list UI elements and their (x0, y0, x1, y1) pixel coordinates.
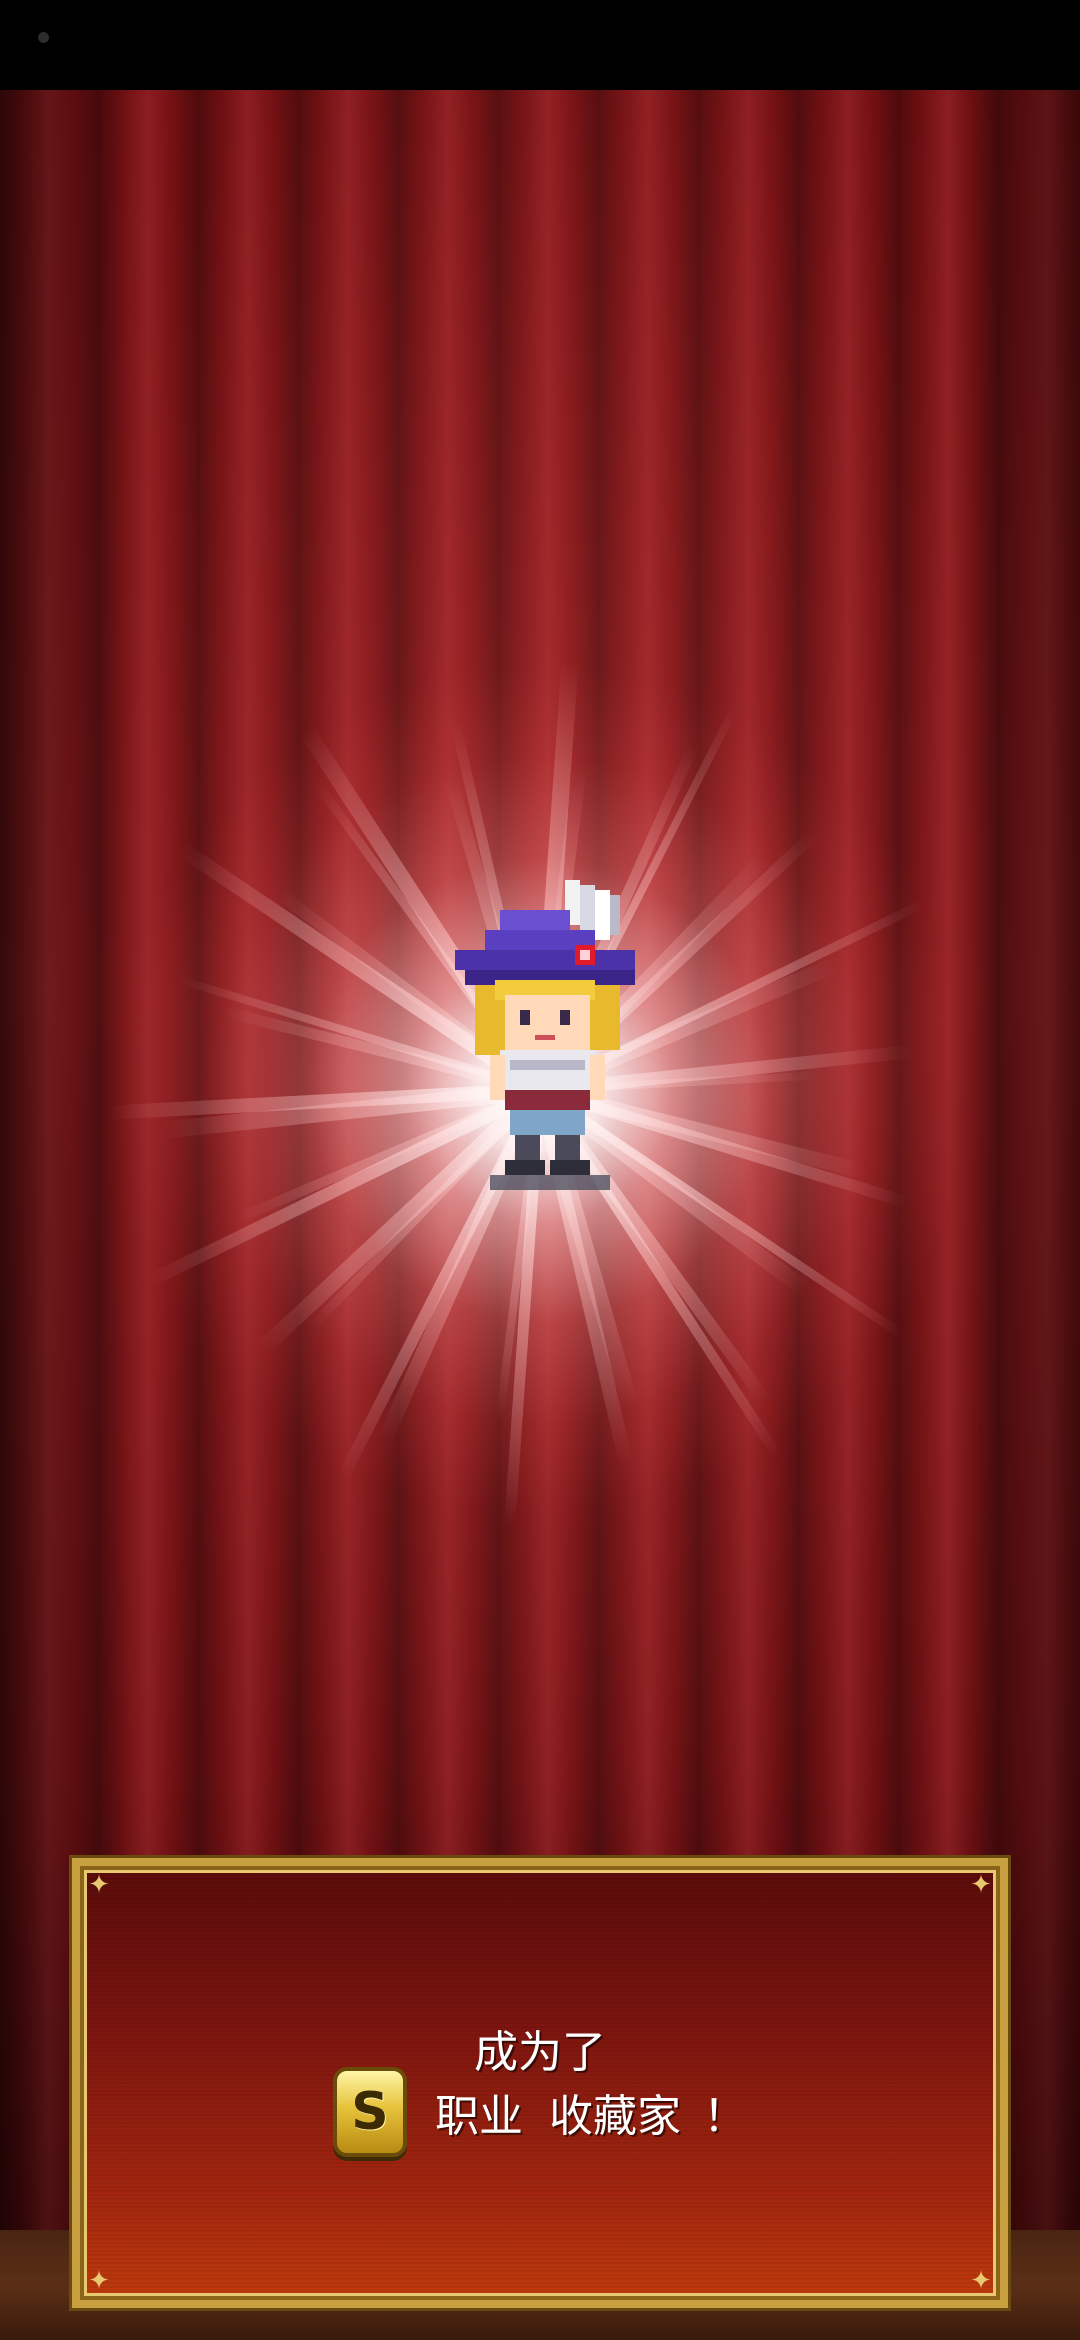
status-bar (0, 0, 1080, 90)
collector-hero-sprite (455, 880, 635, 1190)
job-label: 职业 (435, 2091, 523, 2142)
game-screen[interactable]: ✦ ✦ ✦ ✦ 成为了 S 职业 收藏家 ！ (0, 0, 1080, 2340)
corner-ornament-icon: ✦ (88, 2266, 110, 2296)
job-result-line: S 职业 收藏家 ！ (80, 2066, 1000, 2158)
corner-ornament-icon: ✦ (970, 1870, 992, 1900)
exclamation-mark: ！ (703, 2091, 747, 2142)
job-name: 收藏家 (549, 2091, 681, 2142)
result-dialog[interactable]: ✦ ✦ ✦ ✦ 成为了 S 职业 收藏家 ！ (69, 1855, 1011, 2311)
corner-ornament-icon: ✦ (970, 2266, 992, 2296)
rank-s-badge-icon: S (333, 2067, 407, 2157)
corner-ornament-icon: ✦ (88, 1870, 110, 1900)
camera-dot (38, 32, 49, 43)
